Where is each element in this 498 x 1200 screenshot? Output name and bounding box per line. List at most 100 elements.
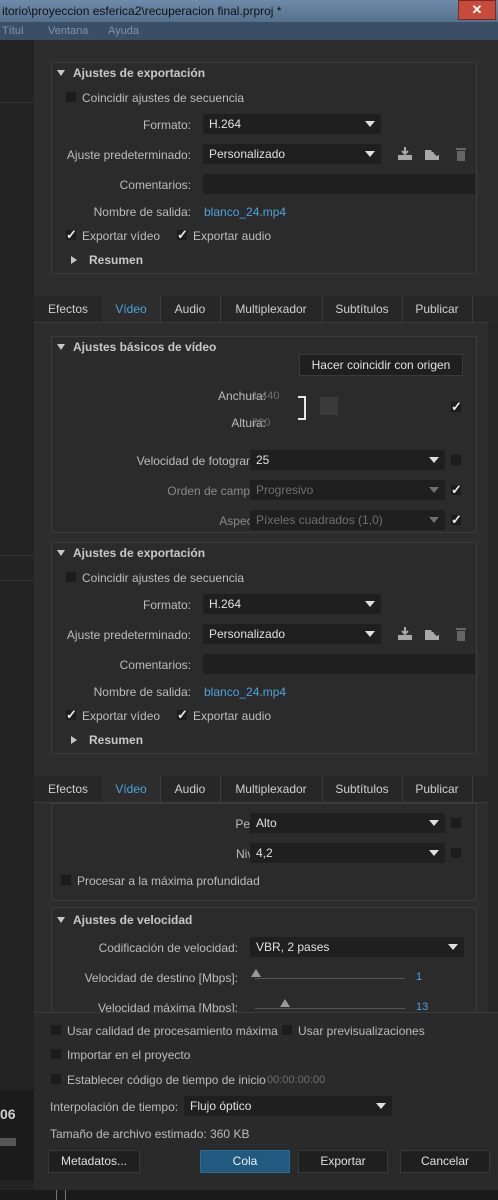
export-settings-header[interactable]: Ajustes de exportación [57,66,205,80]
level-label: Nivel: [60,847,266,861]
level-checkbox[interactable] [450,847,462,859]
use-previews-label: Usar previsualizaciones [298,1024,425,1038]
tab-publish[interactable]: Publicar [402,296,473,322]
tab-captions[interactable]: Subtítulos [322,776,403,802]
comments-input-2[interactable] [203,654,475,674]
tab-publish[interactable]: Publicar [402,776,473,802]
max-depth-checkbox[interactable] [60,874,72,886]
format-value: H.264 [209,597,242,611]
aspect-value: Píxeles cuadrados (1,0) [256,513,383,527]
max-quality-checkbox[interactable] [50,1024,62,1036]
settings-scrollbar[interactable] [488,322,498,1012]
aspect-dropdown[interactable]: Píxeles cuadrados (1,0) [250,510,445,530]
match-sequence-checkbox-2[interactable] [65,571,77,583]
comments-label: Comentarios: [119,178,191,192]
output-name-link[interactable]: blanco_24.mp4 [204,205,286,219]
target-bitrate-slider-track[interactable] [255,978,405,979]
max-bitrate-slider-thumb[interactable] [280,999,290,1007]
export-audio-label: Exportar audio [193,229,272,243]
interpolation-dropdown[interactable]: Flujo óptico [184,1096,392,1116]
preset-value: Personalizado [209,627,286,641]
max-quality-label: Usar calidad de procesamiento máxima [67,1024,278,1038]
tab-effects[interactable]: Efectos [34,776,103,802]
chevron-down-icon [429,850,439,856]
export-audio-checkbox-2[interactable]: ✓ [176,708,188,721]
max-bitrate-slider-track[interactable] [255,1008,405,1009]
profile-dropdown[interactable]: Alto [250,813,445,833]
comments-input[interactable] [203,174,475,194]
framerate-dropdown[interactable]: 25 [250,450,445,470]
import-preset-icon[interactable] [424,146,442,162]
collapse-triangle-icon [57,550,65,556]
collapse-triangle-icon [57,344,65,350]
export-button[interactable]: Exportar [298,1150,388,1173]
import-project-checkbox[interactable] [50,1048,62,1060]
expand-triangle-icon [71,256,77,264]
preset-dropdown-2[interactable]: Personalizado [203,624,381,644]
metadata-button[interactable]: Metadatos... [48,1150,140,1173]
set-timecode-checkbox[interactable] [50,1073,62,1085]
menu-item-title[interactable]: Títul [2,25,23,37]
profile-label: Perfil: [60,817,266,831]
size-lock-checkbox[interactable]: ✓ [450,400,462,413]
export-video-checkbox[interactable]: ✓ [65,228,77,241]
interpolation-value: Flujo óptico [190,1099,252,1113]
set-timecode-label: Establecer código de tiempo de inicio [67,1073,266,1087]
settings-tab-bar-2: Efectos Vídeo Audio Multiplexador Subtít… [34,776,498,803]
tab-audio[interactable]: Audio [160,296,221,322]
tab-multiplexer[interactable]: Multiplexador [220,296,323,322]
profile-checkbox[interactable] [450,817,462,829]
menu-item-window[interactable]: Ventana [48,25,88,37]
collapse-triangle-icon [57,917,65,923]
chevron-down-icon [365,631,375,637]
export-audio-checkbox[interactable]: ✓ [176,228,188,241]
close-window-button[interactable]: ✕ [458,0,496,20]
bitrate-encoding-dropdown[interactable]: VBR, 2 pases [250,937,464,957]
tab-multiplexer[interactable]: Multiplexador [220,776,323,802]
export-video-checkbox-2[interactable]: ✓ [65,708,77,721]
queue-button[interactable]: Cola [200,1150,290,1173]
format-dropdown[interactable]: H.264 [203,114,381,134]
bottom-edge [0,1190,498,1200]
chevron-down-icon [365,121,375,127]
tab-video[interactable]: Vídeo [102,776,161,802]
summary-title: Resumen [89,733,144,747]
output-name-link-2[interactable]: blanco_24.mp4 [204,685,286,699]
preset-label-2: Ajuste predeterminado: [66,628,191,642]
target-bitrate-label: Velocidad de destino [Mbps]: [84,971,238,985]
match-sequence-checkbox[interactable] [65,91,77,103]
tab-captions[interactable]: Subtítulos [322,296,403,322]
preset-label: Ajuste predeterminado: [66,148,191,162]
preset-dropdown[interactable]: Personalizado [203,144,381,164]
window-title-bar: itorio\proyeccion esferica2\recuperacion… [0,0,498,22]
match-source-button[interactable]: Hacer coincidir con origen [299,354,463,376]
tab-audio[interactable]: Audio [160,776,221,802]
summary-header-2[interactable]: Resumen [71,733,143,747]
cancel-button[interactable]: Cancelar [400,1150,490,1173]
format-dropdown-2[interactable]: H.264 [203,594,381,614]
delete-preset-icon[interactable] [454,146,468,162]
bitrate-header[interactable]: Ajustes de velocidad [57,913,192,927]
use-previews-checkbox[interactable] [281,1024,293,1036]
field-order-dropdown[interactable]: Progresivo [250,480,445,500]
framerate-checkbox[interactable] [450,454,462,466]
level-dropdown[interactable]: 4,2 [250,843,445,863]
menu-item-help[interactable]: Ayuda [108,25,139,37]
start-timecode-value[interactable]: 00:00:00:00 [267,1074,325,1086]
save-preset-icon[interactable] [396,626,414,642]
chain-link-icon[interactable] [320,397,338,415]
chevron-down-icon [365,151,375,157]
save-preset-icon[interactable] [396,146,414,162]
summary-header[interactable]: Resumen [71,253,143,267]
import-preset-icon[interactable] [424,626,442,642]
delete-preset-icon[interactable] [454,626,468,642]
target-bitrate-slider-thumb[interactable] [251,969,261,977]
aspect-checkbox[interactable]: ✓ [450,513,462,526]
target-bitrate-value[interactable]: 1 [416,971,422,983]
field-order-checkbox[interactable]: ✓ [450,483,462,496]
basic-video-header[interactable]: Ajustes básicos de vídeo [57,340,216,354]
export-settings-header-2[interactable]: Ajustes de exportación [57,546,205,560]
tab-effects[interactable]: Efectos [34,296,103,322]
tab-video[interactable]: Vídeo [102,296,161,322]
format-label: Formato: [142,118,191,132]
